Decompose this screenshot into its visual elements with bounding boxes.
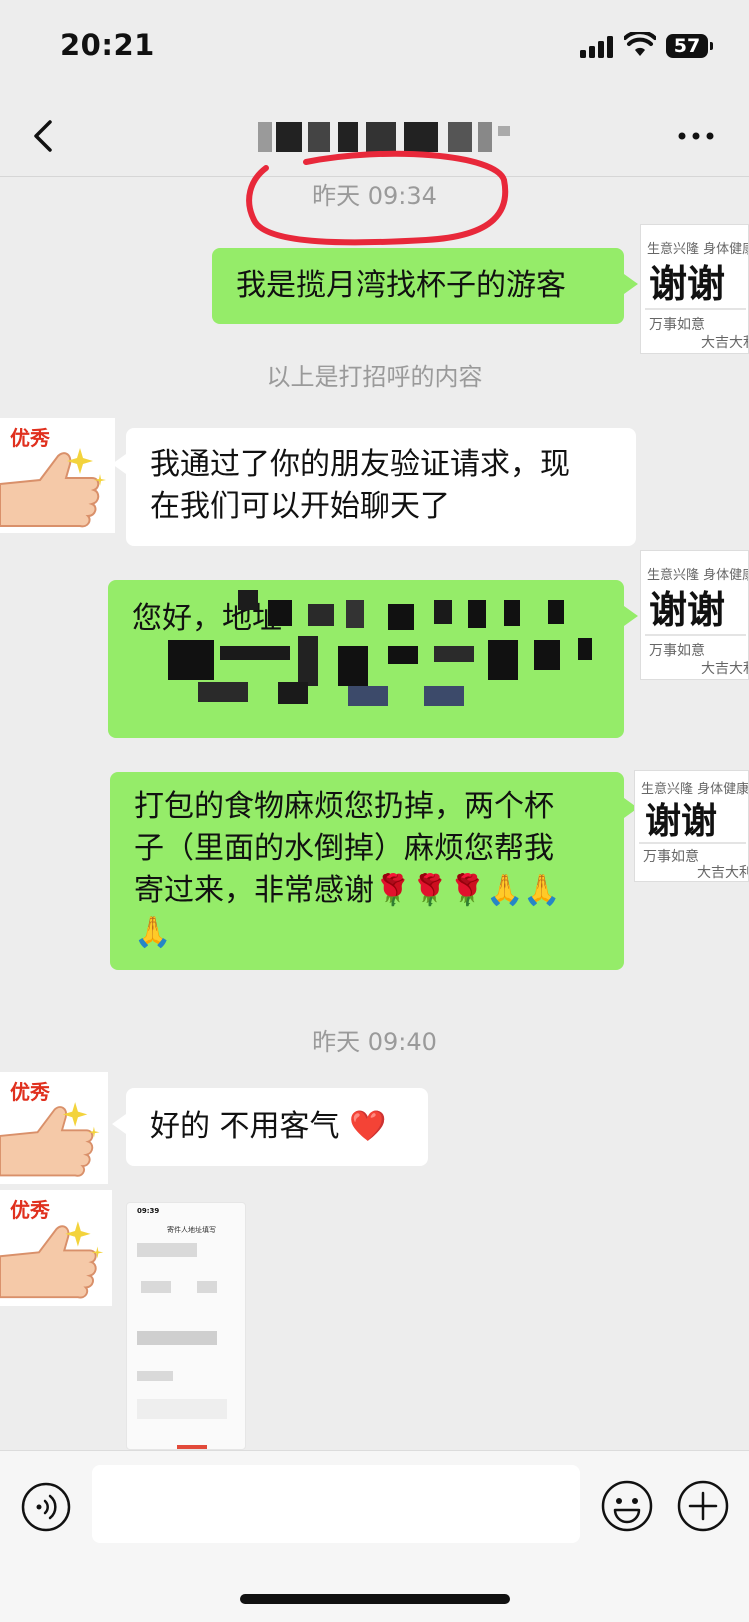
thanks-sticker-image: 生意兴隆 身体健康 谢谢 万事如意 大吉大利 [645,241,749,351]
message-text: 我是揽月湾找杯子的游客 [236,268,566,303]
red-highlight-circle [246,150,509,246]
home-indicator [240,1594,510,1604]
battery-icon: 57 [666,34,708,58]
message-input[interactable] [92,1465,580,1543]
message-text-line: 子（里面的水倒掉）麻烦您帮我 [134,831,554,866]
avatar-self[interactable]: 生意兴隆 身体健康 谢谢 万事如意 大吉大利 [640,550,749,680]
thanks-main-text: 谢谢 [649,261,725,306]
avatar-contact[interactable]: 优秀 [0,418,115,533]
thanks-top-text: 生意兴隆 身体健康 [647,241,749,257]
signal-icon [580,36,614,58]
emoji-icon[interactable] [600,1479,654,1533]
contact-name-mosaic [258,122,526,152]
message-text-line: 打包的食物麻烦您扔掉，两个杯 [134,789,554,824]
status-time: 20:21 [60,28,155,62]
wifi-icon [624,32,656,56]
avatar-label: 优秀 [10,1080,50,1104]
thanks-sticker-image: 生意兴隆 身体健康 谢谢 万事如意 大吉大利 [639,781,749,881]
thanks-bottom-left-text: 万事如意 [649,642,705,659]
thanks-main-text: 谢谢 [645,800,717,842]
avatar-self[interactable]: 生意兴隆 身体健康 谢谢 万事如意 大吉大利 [640,224,749,354]
thanks-main-text: 谢谢 [649,587,725,632]
message-text-line: 寄过来，非常感谢🌹🌹🌹🙏🙏 [134,873,561,908]
message-bubble-sent[interactable]: 打包的食物麻烦您扔掉，两个杯 子（里面的水倒掉）麻烦您帮我 寄过来，非常感谢🌹🌹… [110,772,638,970]
message-bubble-received[interactable]: 好的 不用客气 ❤️ [112,1088,428,1166]
avatar-contact[interactable]: 优秀 [0,1190,112,1306]
thanks-bottom-left-text: 万事如意 [649,316,705,333]
system-note: 以上是打招呼的内容 [266,363,483,391]
thanks-top-text: 生意兴隆 身体健康 [641,781,749,797]
message-text-line: 我通过了你的朋友验证请求，现 [150,447,570,482]
image-message[interactable]: 09:39 寄件人地址填写 [126,1202,246,1450]
thumb-time: 09:39 [137,1207,160,1215]
avatar-label: 优秀 [10,1198,50,1222]
thumb-title: 寄件人地址填写 [167,1226,216,1234]
message-text-line: 🙏 [134,915,172,950]
thanks-bottom-left-text: 万事如意 [643,848,699,865]
avatar-label: 优秀 [10,426,50,450]
message-bubble-received[interactable]: 我通过了你的朋友验证请求，现 在我们可以开始聊天了 [112,428,636,546]
thanks-top-text: 生意兴隆 身体健康 [647,567,749,583]
battery-tip [710,42,713,50]
message-bubble-sent[interactable]: 您好，地址 [108,580,638,738]
message-text: 好的 不用客气 ❤️ [150,1109,387,1144]
avatar-contact[interactable]: 优秀 [0,1072,108,1184]
thanks-bottom-right-text: 大吉大利 [701,335,749,351]
address-mosaic [168,590,608,730]
thanks-bottom-right-text: 大吉大利 [701,661,749,677]
status-bar: 20:21 57 [0,0,749,96]
chevron-left-icon[interactable] [22,112,70,160]
timestamp-label: 昨天 09:40 [312,1028,437,1056]
plus-icon[interactable] [676,1479,730,1533]
message-bubble-sent[interactable]: 我是揽月湾找杯子的游客 [212,248,638,324]
avatar-self[interactable]: 生意兴隆 身体健康 谢谢 万事如意 大吉大利 [634,770,749,882]
message-text-line: 在我们可以开始聊天了 [150,489,450,524]
thanks-sticker-image: 生意兴隆 身体健康 谢谢 万事如意 大吉大利 [645,567,749,677]
thanks-bottom-right-text: 大吉大利 [697,865,749,881]
voice-icon[interactable] [20,1481,72,1533]
more-dots-icon[interactable] [672,112,720,160]
